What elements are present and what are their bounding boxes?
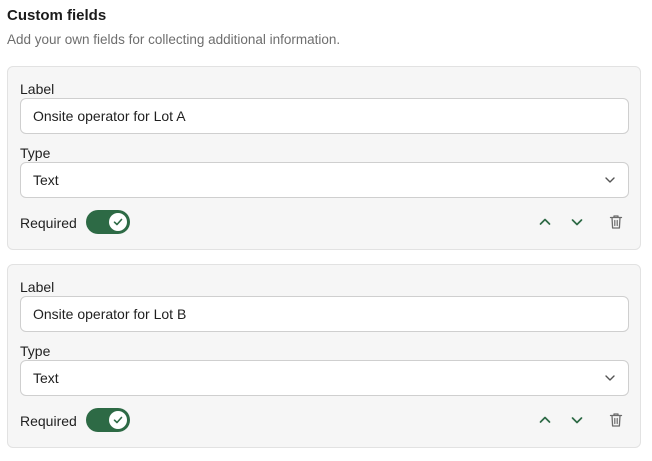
type-select[interactable]: Text xyxy=(20,162,629,198)
chevron-down-icon xyxy=(605,375,615,381)
section-title: Custom fields xyxy=(7,7,107,24)
section-description: Add your own fields for collecting addit… xyxy=(7,32,341,47)
required-toggle[interactable] xyxy=(86,408,130,432)
label-caption: Label xyxy=(20,81,55,97)
label-input-value: Onsite operator for Lot A xyxy=(33,108,186,124)
type-select[interactable]: Text xyxy=(20,360,629,396)
required-label: Required xyxy=(20,413,77,429)
label-input[interactable]: Onsite operator for Lot B xyxy=(20,296,629,332)
chevron-down-icon xyxy=(605,177,615,183)
trash-icon xyxy=(609,413,623,427)
required-toggle[interactable] xyxy=(86,210,130,234)
type-caption: Type xyxy=(20,145,51,161)
label-input[interactable]: Onsite operator for Lot A xyxy=(20,98,629,134)
chevron-down-icon xyxy=(571,417,583,424)
type-select-value: Text xyxy=(33,370,59,386)
chevron-up-icon xyxy=(539,416,551,423)
required-label: Required xyxy=(20,215,77,231)
toggle-knob xyxy=(109,213,127,231)
move-down-button[interactable] xyxy=(568,411,586,429)
check-icon xyxy=(113,218,123,226)
check-icon xyxy=(113,416,123,424)
delete-field-button[interactable] xyxy=(607,411,625,429)
type-caption: Type xyxy=(20,343,51,359)
chevron-up-icon xyxy=(539,218,551,225)
move-down-button[interactable] xyxy=(568,213,586,231)
custom-field-card: Label Onsite operator for Lot A Type Tex… xyxy=(7,66,641,250)
move-up-button[interactable] xyxy=(536,411,554,429)
custom-fields-header: Custom fields Add your own fields for co… xyxy=(7,6,340,49)
chevron-down-icon xyxy=(571,219,583,226)
type-select-value: Text xyxy=(33,172,59,188)
move-up-button[interactable] xyxy=(536,213,554,231)
delete-field-button[interactable] xyxy=(607,213,625,231)
toggle-knob xyxy=(109,411,127,429)
custom-field-card: Label Onsite operator for Lot B Type Tex… xyxy=(7,264,641,448)
label-caption: Label xyxy=(20,279,55,295)
label-input-value: Onsite operator for Lot B xyxy=(33,306,187,322)
trash-icon xyxy=(609,215,623,229)
